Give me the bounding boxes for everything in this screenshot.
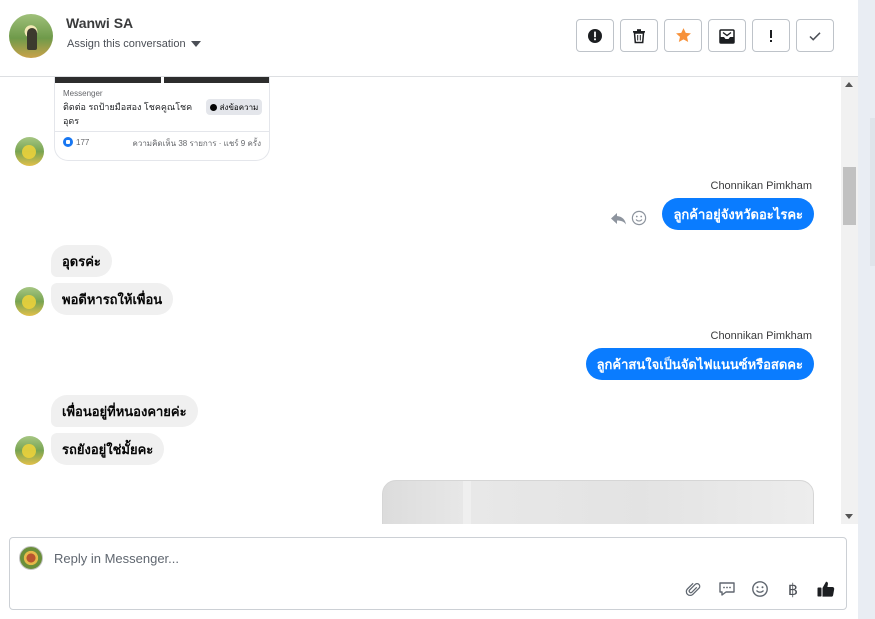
thumbs-up-icon[interactable] — [816, 579, 836, 599]
like-icon — [63, 137, 73, 147]
star-icon — [675, 28, 691, 42]
reply-icon[interactable] — [610, 211, 627, 226]
incoming-message[interactable]: รถยังอยู่ใช่มั้ยคะ — [51, 433, 165, 465]
star-button[interactable] — [664, 19, 702, 52]
mark-done-button[interactable] — [796, 19, 834, 52]
mark-spam-button[interactable] — [576, 19, 614, 52]
conversation-actions — [576, 19, 834, 52]
saved-replies-icon[interactable] — [717, 579, 737, 599]
send-message-button[interactable]: ส่งข้อความ — [206, 99, 262, 115]
emoji-icon[interactable] — [750, 579, 770, 599]
customer-avatar[interactable] — [15, 287, 44, 316]
like-count: 177 — [76, 137, 90, 147]
envelope-icon — [719, 28, 735, 44]
messenger-icon — [209, 103, 217, 111]
reply-composer: ฿ — [9, 537, 847, 610]
page-edge — [858, 0, 875, 619]
incoming-message[interactable]: เพื่อนอยู่ที่หนองคายค่ะ — [51, 395, 198, 427]
scroll-down-arrow-icon[interactable] — [845, 514, 853, 519]
incoming-message[interactable]: อุดรค่ะ — [51, 245, 112, 277]
mark-unread-button[interactable] — [708, 19, 746, 52]
card-image — [55, 77, 269, 83]
composer-tools: ฿ — [684, 579, 836, 599]
thread-scrollbar[interactable] — [841, 77, 858, 524]
message-thread[interactable]: Messenger ติดต่อ รถป้ายมือสอง โชคคูณโชค … — [0, 77, 841, 524]
incoming-message[interactable]: พอดีหารถให้เพื่อน — [51, 283, 174, 315]
customer-avatar[interactable] — [15, 436, 44, 465]
exclamation-icon — [770, 29, 772, 42]
trash-icon — [633, 28, 645, 43]
conversation-header: Wanwi SA Assign this conversation — [0, 0, 858, 77]
page-avatar — [19, 546, 43, 570]
react-emoji-icon[interactable] — [631, 210, 647, 226]
assign-label: Assign this conversation — [67, 38, 186, 50]
scroll-up-arrow-icon[interactable] — [845, 82, 853, 87]
scroll-thumb[interactable] — [843, 167, 856, 225]
customer-avatar[interactable] — [15, 137, 44, 166]
caret-down-icon — [190, 41, 201, 47]
baht-icon[interactable]: ฿ — [783, 579, 803, 599]
outgoing-message[interactable]: ลูกค้าอยู่จังหวัดอะไรคะ — [662, 198, 814, 230]
reply-input[interactable] — [54, 547, 754, 569]
sender-name: Chonnikan Pimkham — [710, 180, 813, 192]
follow-up-button[interactable] — [752, 19, 790, 52]
shared-post-card[interactable]: Messenger ติดต่อ รถป้ายมือสอง โชคคูณโชค … — [54, 77, 270, 161]
card-divider — [55, 131, 269, 132]
sender-name: Chonnikan Pimkham — [710, 330, 813, 342]
outgoing-message[interactable]: ลูกค้าสนใจเป็นจัดไฟแนนซ์หรือสดคะ — [585, 348, 814, 380]
check-icon — [809, 31, 821, 41]
assign-conversation-dropdown[interactable]: Assign this conversation — [67, 38, 201, 50]
delete-button[interactable] — [620, 19, 658, 52]
card-source: Messenger — [63, 89, 103, 98]
card-text: ติดต่อ รถป้ายมือสอง โชคคูณโชค อุดร — [63, 102, 193, 126]
card-button-label: ส่งข้อความ — [219, 102, 259, 112]
contact-avatar[interactable] — [9, 14, 53, 58]
card-likes: 177 — [63, 137, 89, 147]
alert-circle-icon — [588, 28, 602, 43]
outgoing-image-attachment[interactable] — [382, 480, 814, 524]
paperclip-icon[interactable] — [684, 579, 704, 599]
message-hover-tools — [610, 210, 647, 226]
card-meta: ความคิดเห็น 38 รายการ · แชร์ 9 ครั้ง — [132, 139, 261, 148]
contact-name[interactable]: Wanwi SA — [66, 15, 133, 31]
